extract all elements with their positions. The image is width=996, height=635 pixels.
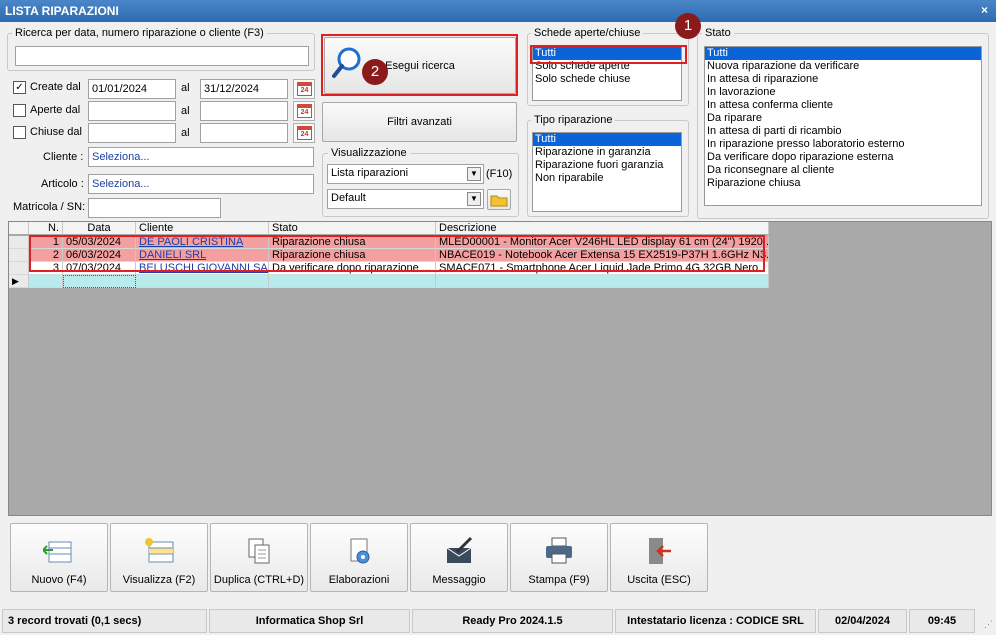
opened-al-label: al xyxy=(181,105,190,117)
close-icon[interactable]: × xyxy=(981,3,988,17)
f10-label: (F10) xyxy=(486,168,513,180)
search-input[interactable] xyxy=(15,46,309,66)
highlight-box xyxy=(530,45,687,64)
col-cliente[interactable]: Cliente xyxy=(136,222,269,235)
tipo-list[interactable]: Tutti Riparazione in garanzia Riparazion… xyxy=(532,132,682,212)
schede-label: Schede aperte/chiuse xyxy=(531,27,644,39)
calendar-icon[interactable]: 24 xyxy=(293,79,315,99)
cliente-field[interactable]: Seleziona... xyxy=(88,147,314,167)
message-icon xyxy=(446,536,473,563)
process-button[interactable]: Elaborazioni xyxy=(310,523,408,592)
view-record-icon xyxy=(145,538,174,563)
col-stato[interactable]: Stato xyxy=(269,222,436,235)
list-item[interactable]: Riparazione chiusa xyxy=(705,177,981,190)
col-descrizione[interactable]: Descrizione xyxy=(436,222,769,235)
title-bar: LISTA RIPARAZIONI × xyxy=(0,0,996,22)
list-item[interactable]: Solo schede chiuse xyxy=(533,73,681,86)
folder-button[interactable] xyxy=(487,189,511,210)
status-license: Intestatario licenza : CODICE SRL xyxy=(615,609,816,633)
status-bar: 3 record trovati (0,1 secs) Informatica … xyxy=(0,607,996,635)
list-item[interactable]: Riparazione fuori garanzia xyxy=(533,159,681,172)
results-grid[interactable]: N. Data Cliente Stato Descrizione 1 05/0… xyxy=(8,221,992,516)
calendar-icon[interactable]: 24 xyxy=(293,101,315,121)
step-badge: 2 xyxy=(362,59,388,85)
matricola-label: Matricola / SN: xyxy=(13,201,86,213)
calendar-icon[interactable]: 24 xyxy=(293,123,315,143)
status-version: Ready Pro 2024.1.5 xyxy=(412,609,613,633)
col-n[interactable]: N. xyxy=(29,222,63,235)
closed-to-input[interactable] xyxy=(200,123,288,143)
list-item[interactable]: Non riparabile xyxy=(533,172,681,185)
created-from-input[interactable]: 01/01/2024 xyxy=(88,79,176,99)
cliente-label: Cliente : xyxy=(43,151,84,163)
grid-header: N. Data Cliente Stato Descrizione xyxy=(9,222,769,235)
layout-select[interactable]: Default ▼ xyxy=(327,189,484,209)
created-al-label: al xyxy=(181,82,190,94)
print-button[interactable]: Stampa (F9) xyxy=(510,523,608,592)
row-pointer-icon: ▶ xyxy=(9,275,29,288)
exit-button[interactable]: Uscita (ESC) xyxy=(610,523,708,592)
printer-icon xyxy=(546,537,572,564)
highlight-box xyxy=(29,235,765,272)
list-item[interactable]: Tutti xyxy=(533,133,681,146)
exit-icon xyxy=(649,538,671,564)
status-time: 09:45 xyxy=(909,609,975,633)
folder-icon xyxy=(490,195,508,207)
created-to-input[interactable]: 31/12/2024 xyxy=(200,79,288,99)
status-date: 02/04/2024 xyxy=(818,609,907,633)
col-data[interactable]: Data xyxy=(63,222,136,235)
view-select[interactable]: Lista riparazioni ▼ xyxy=(327,164,484,184)
new-row[interactable]: ▶ xyxy=(9,275,769,288)
list-item[interactable]: In riparazione presso laboratorio estern… xyxy=(705,138,981,151)
created-label: Create dal xyxy=(30,81,81,93)
resize-grip-icon[interactable]: ⋰ xyxy=(984,619,993,630)
advanced-filters-button[interactable]: Filtri avanzati xyxy=(322,102,517,142)
list-item[interactable]: Riparazione in garanzia xyxy=(533,146,681,159)
list-item[interactable]: Tutti xyxy=(705,47,981,60)
closed-al-label: al xyxy=(181,127,190,139)
view-label: Visualizzazione xyxy=(328,147,410,159)
opened-to-input[interactable] xyxy=(200,101,288,121)
status-company: Informatica Shop Srl xyxy=(209,609,410,633)
list-item[interactable]: Da verificare dopo riparazione esterna xyxy=(705,151,981,164)
closed-label: Chiuse dal xyxy=(30,126,82,138)
stato-list[interactable]: Tutti Nuova riparazione da verificare In… xyxy=(704,46,982,206)
new-button[interactable]: Nuovo (F4) xyxy=(10,523,108,592)
stato-label: Stato xyxy=(702,27,734,39)
opened-label: Aperte dal xyxy=(30,104,81,116)
opened-from-input[interactable] xyxy=(88,101,176,121)
message-button[interactable]: Messaggio xyxy=(410,523,508,592)
duplicate-button[interactable]: Duplica (CTRL+D) xyxy=(210,523,308,592)
matricola-field[interactable] xyxy=(88,198,221,218)
status-records: 3 record trovati (0,1 secs) xyxy=(2,609,207,633)
closed-from-input[interactable] xyxy=(88,123,176,143)
window-title: LISTA RIPARAZIONI xyxy=(5,4,119,18)
list-item[interactable]: Nuova riparazione da verificare xyxy=(705,60,981,73)
list-item[interactable]: Da riparare xyxy=(705,112,981,125)
search-label: Ricerca per data, numero riparazione o c… xyxy=(12,27,267,39)
created-checkbox[interactable]: ✓ xyxy=(13,81,26,94)
view-button[interactable]: Visualizza (F2) xyxy=(110,523,208,592)
list-item[interactable]: In attesa conferma cliente xyxy=(705,99,981,112)
tipo-label: Tipo riparazione xyxy=(531,114,616,126)
list-item[interactable]: Da riconsegnare al cliente xyxy=(705,164,981,177)
highlight-box xyxy=(321,34,518,96)
add-record-icon xyxy=(43,541,72,563)
copy-icon xyxy=(248,538,270,564)
list-item[interactable]: In attesa di parti di ricambio xyxy=(705,125,981,138)
list-item[interactable]: In attesa di riparazione xyxy=(705,73,981,86)
chevron-down-icon: ▼ xyxy=(467,167,481,181)
opened-checkbox[interactable] xyxy=(13,104,26,117)
articolo-label: Articolo : xyxy=(41,178,84,190)
closed-checkbox[interactable] xyxy=(13,126,26,139)
articolo-field[interactable]: Seleziona... xyxy=(88,174,314,194)
chevron-down-icon: ▼ xyxy=(467,192,481,206)
gear-icon xyxy=(350,538,370,564)
list-item[interactable]: In lavorazione xyxy=(705,86,981,99)
